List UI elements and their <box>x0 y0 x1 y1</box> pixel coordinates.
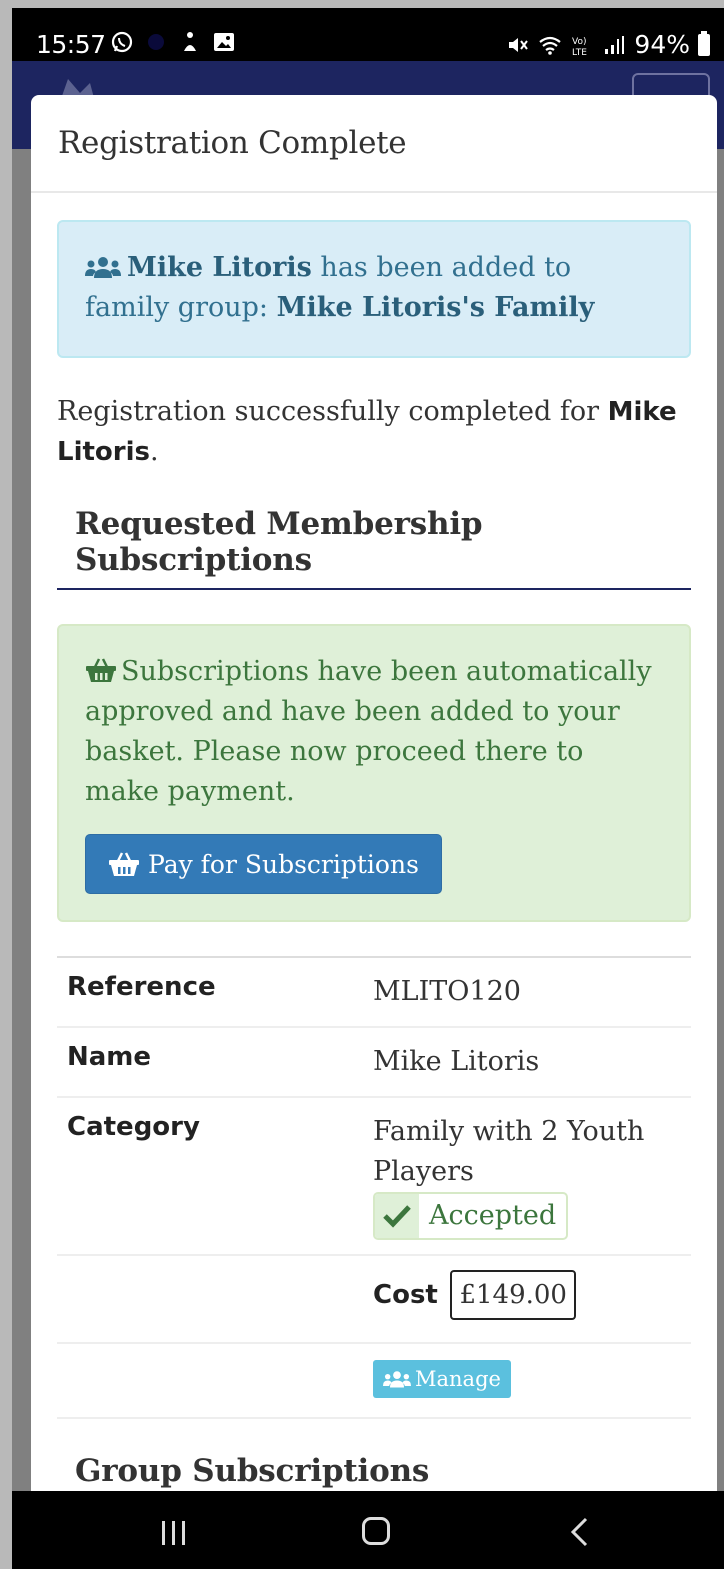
status-time: 15:57 <box>36 30 106 59</box>
basket-icon <box>109 852 139 876</box>
basket-icon <box>86 658 116 682</box>
status-bar: 15:57 Vo) LTE 94% <box>12 8 724 61</box>
recent-apps-icon[interactable] <box>160 1519 188 1547</box>
registration-suffix: . <box>149 436 159 467</box>
family-group-name: Mike Litoris's Family <box>276 292 595 323</box>
registration-modal: Registration Complete Mike Litoris has b… <box>31 95 717 1515</box>
modal-title: Registration Complete <box>58 125 407 161</box>
name-value: Mike Litoris <box>363 1027 691 1098</box>
home-icon[interactable] <box>362 1517 390 1545</box>
status-text: Accepted <box>429 1200 557 1231</box>
users-icon <box>383 1371 411 1388</box>
wifi-icon <box>539 36 562 55</box>
pay-button-label: Pay for Subscriptions <box>148 849 419 879</box>
subscription-details-table: Reference MLITO120 Name Mike Litoris Cat… <box>57 956 691 1419</box>
navigation-bar <box>12 1491 724 1569</box>
back-icon[interactable] <box>568 1517 590 1547</box>
modal-header: Registration Complete <box>31 95 717 193</box>
subscriptions-approved-text: Subscriptions have been automatically ap… <box>85 656 652 807</box>
registration-prefix: Registration successfully completed for <box>57 396 608 427</box>
table-row: Name Mike Litoris <box>57 1027 691 1098</box>
status-badge: Accepted <box>373 1192 569 1240</box>
family-group-alert: Mike Litoris has been added to family gr… <box>57 220 691 358</box>
notification-icon <box>148 34 164 50</box>
subscriptions-approved-alert: Subscriptions have been automatically ap… <box>57 624 691 922</box>
reference-value: MLITO120 <box>363 957 691 1028</box>
battery-percent: 94% <box>634 30 690 59</box>
phone-screen: 15:57 Vo)LTE 94% Registration Complete <box>12 8 724 1569</box>
check-icon <box>383 1205 411 1228</box>
manage-button[interactable]: Manage <box>373 1360 511 1398</box>
whatsapp-icon <box>111 31 133 53</box>
manage-label: Manage <box>415 1367 501 1391</box>
cost-label: Cost <box>373 1280 438 1310</box>
table-row: Manage <box>57 1343 691 1419</box>
name-label: Name <box>57 1027 363 1098</box>
category-label: Category <box>57 1097 363 1256</box>
accessibility-icon <box>184 32 196 51</box>
modal-body: Mike Litoris has been added to family gr… <box>31 193 717 1501</box>
table-row: Category Family with 2 Youth Players Acc… <box>57 1097 691 1256</box>
image-icon <box>214 33 234 51</box>
table-row: Cost £149.00 <box>57 1255 691 1344</box>
member-name: Mike Litoris <box>127 252 312 283</box>
cost-value: £149.00 <box>450 1270 576 1320</box>
svg-text:LTE: LTE <box>572 48 587 57</box>
registration-message: Registration successfully completed for … <box>57 392 691 472</box>
signal-icon <box>605 35 625 54</box>
users-icon <box>85 257 121 278</box>
category-value: Family with 2 Youth Players <box>373 1116 645 1187</box>
volte-icon: Vo)LTE <box>572 37 587 57</box>
battery-icon <box>698 30 710 56</box>
svg-text:Vo): Vo) <box>572 37 586 47</box>
pay-for-subscriptions-button[interactable]: Pay for Subscriptions <box>85 834 442 894</box>
reference-label: Reference <box>57 957 363 1028</box>
table-row: Reference MLITO120 <box>57 957 691 1028</box>
requested-subscriptions-heading: Requested Membership Subscriptions <box>57 506 691 590</box>
mute-icon <box>509 37 529 52</box>
